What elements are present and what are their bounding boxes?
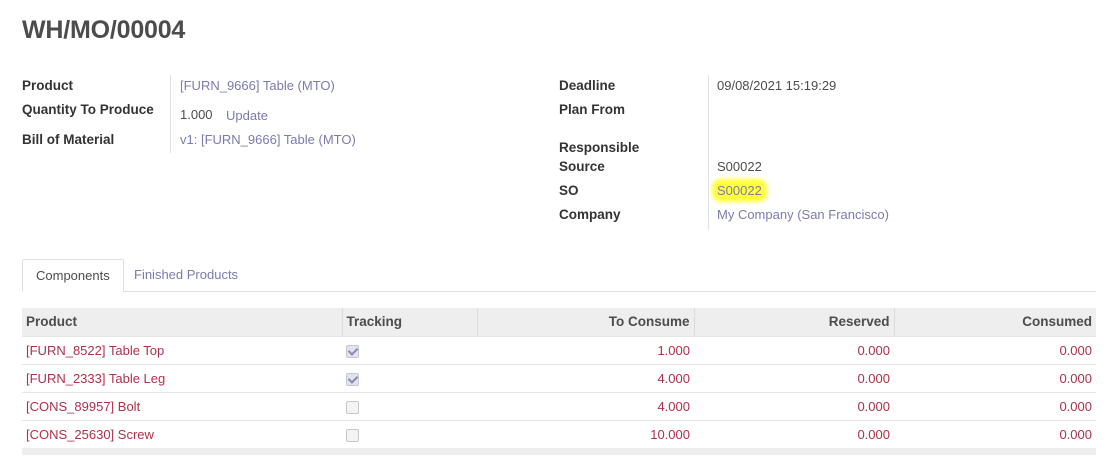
right-field-separator [708, 75, 709, 230]
tracking-cell [342, 419, 477, 448]
table-row[interactable]: [CONS_89957] Bolt 4.000 0.000 0.000 [22, 391, 1096, 420]
column-header-to-consume[interactable]: To Consume [476, 308, 694, 336]
component-product[interactable]: [FURN_2333] Table Leg [22, 363, 342, 392]
product-link[interactable]: [FURN_9666] Table (MTO) [180, 78, 335, 93]
responsible-label: Responsible [559, 140, 640, 155]
product-label: Product [22, 78, 74, 93]
column-header-tracking[interactable]: Tracking [341, 308, 477, 336]
table-footer [22, 448, 1096, 455]
tab-components[interactable]: Components [22, 259, 124, 292]
tab-finished-products[interactable]: Finished Products [121, 259, 251, 292]
notebook-tabs: Components Finished Products [22, 259, 1096, 292]
reserved-cell: 0.000 [694, 363, 894, 392]
tracking-checkbox [346, 428, 359, 442]
column-header-product[interactable]: Product [22, 308, 342, 336]
table-row[interactable]: [FURN_2333] Table Leg 4.000 0.000 0.000 [22, 363, 1096, 392]
company-link[interactable]: My Company (San Francisco) [717, 207, 889, 222]
tracking-cell [342, 363, 477, 392]
reserved-cell: 0.000 [694, 335, 894, 364]
tracking-checkbox [346, 344, 359, 358]
tracking-checkbox [346, 400, 359, 414]
table-row[interactable]: [FURN_8522] Table Top 1.000 0.000 0.000 [22, 335, 1096, 364]
to-consume-cell[interactable]: 4.000 [477, 363, 694, 392]
reserved-cell: 0.000 [694, 419, 894, 448]
to-consume-cell[interactable]: 10.000 [477, 419, 694, 448]
tracking-checkbox [346, 372, 359, 386]
quantity-value: 1.000 [180, 107, 213, 122]
column-header-consumed[interactable]: Consumed [893, 308, 1096, 336]
so-label: SO [559, 183, 579, 198]
page-title: WH/MO/00004 [22, 16, 186, 44]
bom-link[interactable]: v1: [FURN_9666] Table (MTO) [180, 132, 356, 147]
component-product[interactable]: [CONS_89957] Bolt [22, 391, 342, 420]
component-product[interactable]: [CONS_25630] Screw [22, 419, 342, 448]
plan-from-label: Plan From [559, 102, 626, 117]
quantity-update-button[interactable]: Update [226, 108, 268, 123]
consumed-cell[interactable]: 0.000 [894, 335, 1096, 364]
left-field-separator [170, 75, 171, 153]
components-table: Product Tracking To Consume Reserved Con… [22, 308, 1096, 455]
table-header-row: Product Tracking To Consume Reserved Con… [22, 308, 1096, 336]
consumed-cell[interactable]: 0.000 [894, 391, 1096, 420]
deadline-label: Deadline [559, 78, 616, 93]
consumed-cell[interactable]: 0.000 [894, 363, 1096, 392]
reserved-cell: 0.000 [694, 391, 894, 420]
source-value: S00022 [717, 159, 762, 174]
bom-label: Bill of Material [22, 132, 115, 147]
to-consume-cell[interactable]: 4.000 [477, 391, 694, 420]
so-link[interactable]: S00022 [715, 182, 764, 199]
consumed-cell[interactable]: 0.000 [894, 419, 1096, 448]
component-product[interactable]: [FURN_8522] Table Top [22, 335, 342, 364]
source-label: Source [559, 159, 605, 174]
column-header-reserved[interactable]: Reserved [693, 308, 894, 336]
company-label: Company [559, 207, 621, 222]
table-row[interactable]: [CONS_25630] Screw 10.000 0.000 0.000 [22, 419, 1096, 448]
tracking-cell [342, 335, 477, 364]
to-consume-cell[interactable]: 1.000 [477, 335, 694, 364]
tracking-cell [342, 391, 477, 420]
quantity-label: Quantity To Produce [22, 102, 154, 117]
deadline-value[interactable]: 09/08/2021 15:19:29 [717, 78, 836, 93]
